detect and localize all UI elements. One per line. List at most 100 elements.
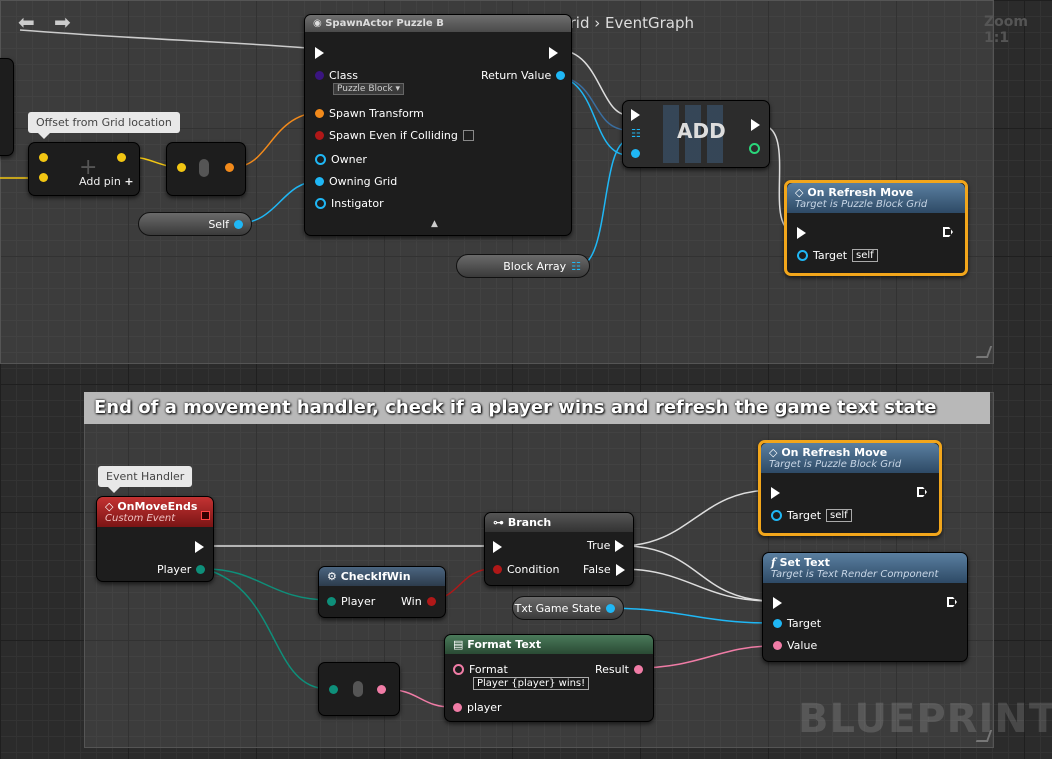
target-pin-row[interactable]: Target <box>773 617 821 630</box>
exec-in-pin[interactable] <box>771 487 780 499</box>
comment-bubble-offset[interactable]: Offset from Grid location <box>28 112 180 139</box>
exec-out-pin[interactable] <box>615 539 625 552</box>
exec-out-pin[interactable] <box>751 119 760 131</box>
self-node[interactable]: Self <box>138 212 252 236</box>
format-text-node[interactable]: ▤ Format Text Format Player {player} win… <box>444 634 654 722</box>
object-pin[interactable] <box>606 603 615 613</box>
spawn-actor-header: ◉ SpawnActor Puzzle B <box>305 15 571 32</box>
object-pin[interactable] <box>631 149 640 158</box>
bool-pin[interactable] <box>426 597 436 606</box>
format-pin-row[interactable]: Format <box>453 663 508 676</box>
struct-pin[interactable] <box>329 685 338 694</box>
text-pin[interactable] <box>453 664 464 675</box>
true-pin-row[interactable]: True <box>587 539 625 552</box>
exec-in-pin[interactable] <box>493 541 502 553</box>
win-output-row[interactable]: Win <box>401 595 436 608</box>
object-pin[interactable] <box>797 250 808 261</box>
vector-pin[interactable] <box>117 153 126 162</box>
target-value[interactable]: self <box>852 249 878 262</box>
transform-pin[interactable] <box>315 109 324 118</box>
spawn-title: SpawnActor Puzzle B <box>325 18 444 29</box>
vector-pin[interactable] <box>177 163 186 172</box>
on-refresh-move-node[interactable]: ◇ On Refresh Move Target is Puzzle Block… <box>784 180 968 276</box>
player-input-row[interactable]: Player <box>327 595 375 608</box>
on-refresh-move-node[interactable]: ◇ On Refresh Move Target is Puzzle Block… <box>758 440 942 536</box>
add-pin-button[interactable]: Add pin + <box>79 175 134 188</box>
branch-node[interactable]: ⊶ Branch True Condition False <box>484 512 634 586</box>
target-pin-row[interactable]: Target self <box>797 249 878 262</box>
expand-arrow-icon[interactable]: ▲ <box>431 219 438 229</box>
block-array-node[interactable]: Block Array ☷ <box>456 254 590 278</box>
offscreen-node[interactable] <box>0 58 14 156</box>
vector-pin[interactable] <box>39 173 48 182</box>
exec-out-pin[interactable] <box>943 227 953 237</box>
function-header: f Set Text Target is Text Render Compone… <box>763 553 967 583</box>
object-pin[interactable] <box>234 219 243 229</box>
exec-out-pin[interactable] <box>195 541 204 553</box>
bool-pin[interactable] <box>315 131 324 140</box>
object-pin[interactable] <box>771 510 782 521</box>
object-pin[interactable] <box>315 198 326 209</box>
array-pin-icon[interactable]: ☷ <box>631 127 641 140</box>
struct-pin[interactable] <box>327 597 336 606</box>
class-dropdown[interactable]: Puzzle Block ▾ <box>333 83 405 95</box>
exec-out-pin[interactable] <box>947 597 957 607</box>
target-pin-row[interactable]: Target self <box>771 509 852 522</box>
object-pin[interactable] <box>315 154 326 165</box>
struct-pin[interactable] <box>196 565 206 574</box>
delegate-pin[interactable] <box>201 511 210 520</box>
exec-in-pin[interactable] <box>631 109 640 121</box>
text-pin[interactable] <box>453 703 462 712</box>
vector-pin[interactable] <box>39 153 48 162</box>
array-pin-icon[interactable]: ☷ <box>571 260 581 273</box>
text-pin[interactable] <box>634 665 643 674</box>
comment-bubble-event-handler[interactable]: Event Handler <box>98 466 193 493</box>
spawn-actor-node[interactable]: ◉ SpawnActor Puzzle B Class Puzzle Block… <box>304 14 572 236</box>
return-value-row[interactable]: Return Value <box>481 69 566 82</box>
collide-checkbox[interactable] <box>462 130 474 141</box>
conversion-node[interactable] <box>166 142 246 196</box>
array-add-node[interactable]: ☷ ADD <box>622 100 770 168</box>
false-pin-row[interactable]: False <box>583 563 625 576</box>
exec-out-pin[interactable] <box>917 487 927 497</box>
spawn-colliding-row[interactable]: Spawn Even if Colliding <box>315 129 474 142</box>
branch-icon: ⊶ <box>493 516 504 529</box>
on-move-ends-node[interactable]: ◇ OnMoveEnds Custom Event Player <box>96 496 214 582</box>
result-pin-row[interactable]: Result <box>595 663 643 676</box>
player-pin-row[interactable]: Player <box>157 563 206 576</box>
back-arrow-icon[interactable]: ⬅ <box>18 10 35 34</box>
spawn-transform-row[interactable]: Spawn Transform <box>315 107 424 120</box>
self-label: Self <box>208 217 229 231</box>
class-pin-row[interactable]: Class <box>315 69 358 82</box>
transform-pin[interactable] <box>225 163 234 172</box>
bool-pin[interactable] <box>493 565 502 574</box>
exec-out-pin[interactable] <box>615 563 625 576</box>
owning-grid-row[interactable]: Owning Grid <box>315 175 397 188</box>
condition-pin-row[interactable]: Condition <box>493 563 560 576</box>
text-pin[interactable] <box>377 685 386 694</box>
exec-in-pin[interactable] <box>315 47 324 59</box>
int-pin[interactable] <box>749 143 760 154</box>
format-field[interactable]: Player {player} wins! <box>473 677 590 690</box>
txt-game-state-node[interactable]: Txt Game State <box>512 596 624 620</box>
player-pin-row[interactable]: player <box>453 701 502 714</box>
spawn-colliding-label: Spawn Even if Colliding <box>329 129 458 142</box>
set-text-node[interactable]: f Set Text Target is Text Render Compone… <box>762 552 968 662</box>
object-pin[interactable] <box>315 177 324 186</box>
exec-in-pin[interactable] <box>773 597 782 609</box>
instigator-row[interactable]: Instigator <box>315 197 384 210</box>
owner-row[interactable]: Owner <box>315 153 367 166</box>
conversion-node[interactable] <box>318 662 400 716</box>
target-value[interactable]: self <box>826 509 852 522</box>
forward-arrow-icon[interactable]: ➡ <box>54 10 71 34</box>
check-if-win-node[interactable]: ⚙ CheckIfWin Player Win <box>318 566 446 618</box>
object-pin[interactable] <box>773 619 782 628</box>
value-pin-row[interactable]: Value <box>773 639 817 652</box>
text-pin[interactable] <box>773 641 782 650</box>
exec-out-pin[interactable] <box>549 47 558 59</box>
class-pin[interactable] <box>315 71 324 80</box>
exec-in-pin[interactable] <box>797 227 806 239</box>
format-player-label: player <box>467 701 502 714</box>
object-pin[interactable] <box>556 71 566 80</box>
make-vector-node[interactable]: + Add pin + <box>28 142 140 196</box>
